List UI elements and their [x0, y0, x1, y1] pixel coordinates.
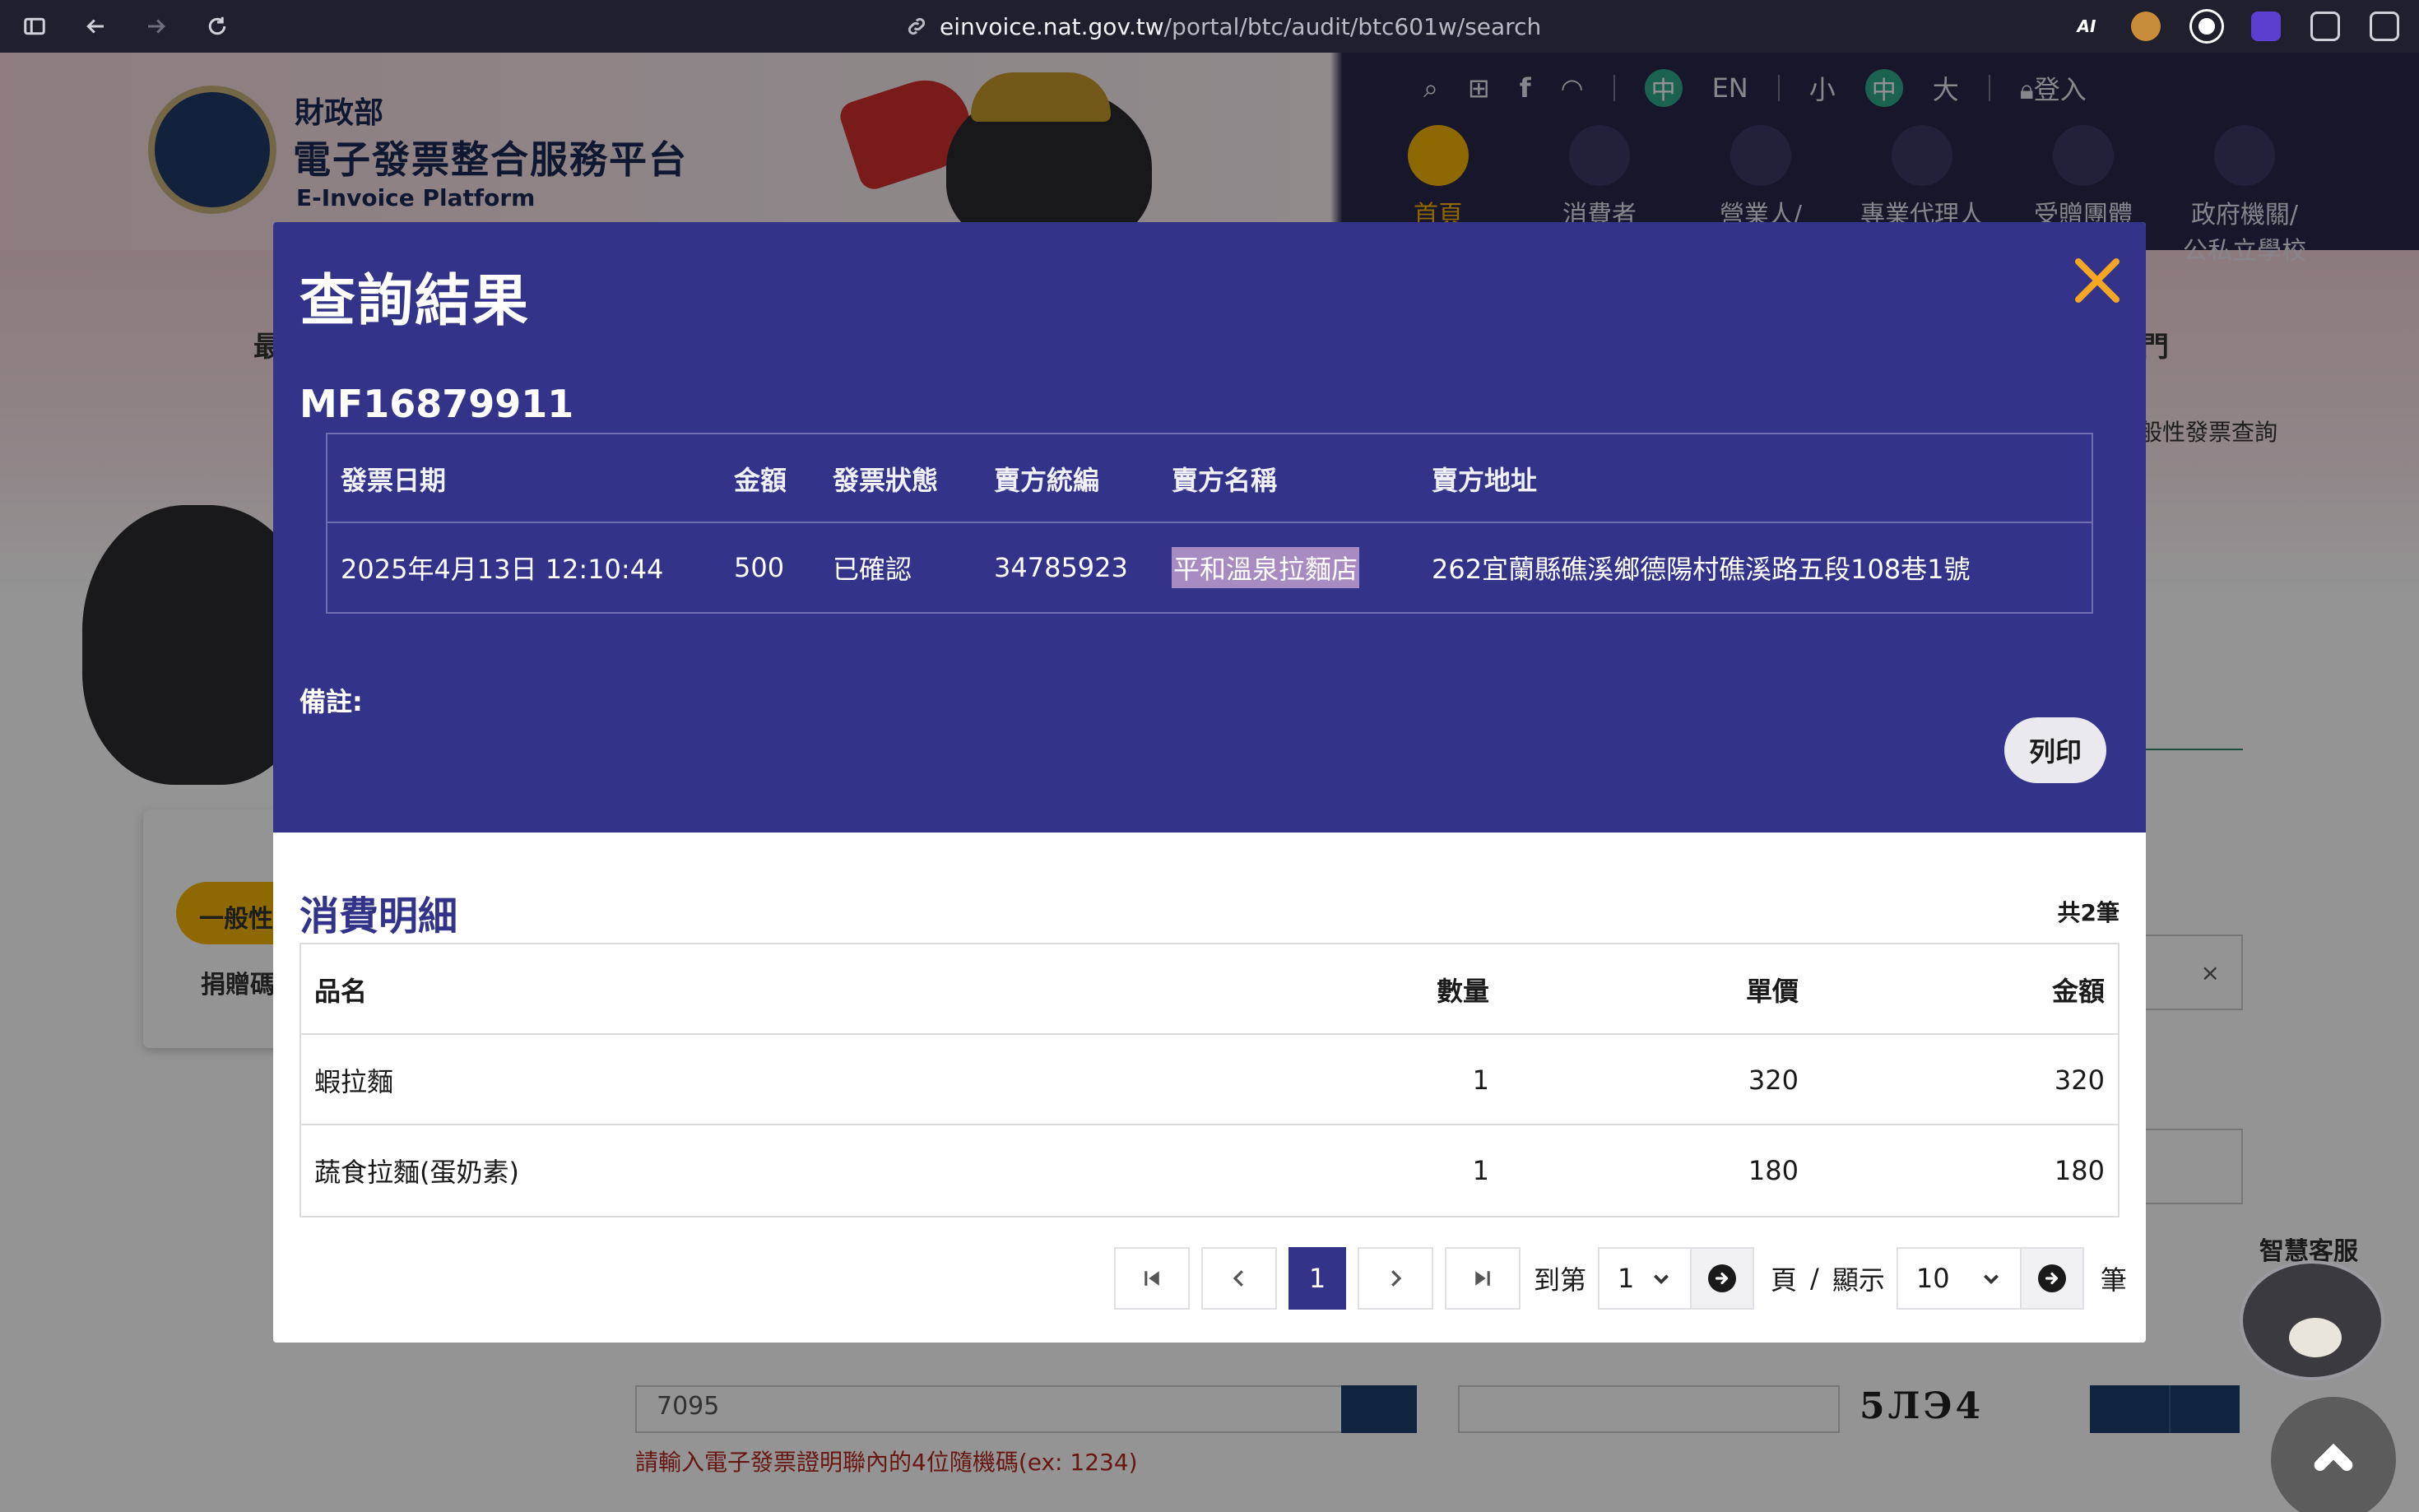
invoice-date: 2025年4月13日 12:10:44 — [341, 554, 664, 585]
detail-count: 共2筆 — [2057, 899, 2120, 926]
header-amount: 金額 — [734, 465, 787, 496]
table-header-row: 品名 數量 單價 金額 — [301, 944, 2118, 1035]
extension-icon-4[interactable] — [2251, 12, 2281, 41]
reload-icon[interactable] — [202, 12, 232, 41]
last-page-button[interactable] — [1445, 1247, 1521, 1310]
invoice-table: 發票日期 金額 發票狀態 賣方統編 賣方名稱 賣方地址 2025年4月13日 1… — [326, 433, 2093, 614]
close-button[interactable] — [2072, 255, 2123, 306]
header-unit-price: 單價 — [1745, 976, 1799, 1007]
table-header-row: 發票日期 金額 發票狀態 賣方統編 賣方名稱 賣方地址 — [327, 434, 2092, 523]
item-amount: 180 — [2054, 1155, 2105, 1186]
page-size-select[interactable]: 10 — [1896, 1247, 2022, 1310]
modal-header: 查詢結果 MF16879911 發票日期 金額 發票狀態 賣方統編 賣方名稱 賣… — [273, 222, 2146, 833]
item-unit-price: 180 — [1748, 1155, 1799, 1186]
item-unit-price: 320 — [1748, 1064, 1799, 1096]
address-bar[interactable]: einvoice.nat.gov.tw/portal/btc/audit/btc… — [905, 10, 1541, 43]
items-unit: 筆 — [2100, 1264, 2127, 1296]
sidebar-toggle-icon[interactable] — [20, 12, 49, 41]
link-icon — [908, 17, 926, 35]
first-page-button[interactable] — [1114, 1247, 1190, 1310]
apply-page-size-button[interactable] — [2021, 1247, 2084, 1310]
page-select-value: 1 — [1618, 1263, 1635, 1294]
table-row: 蔬食拉麵(蛋奶素) 1 180 180 — [301, 1125, 2118, 1216]
arrow-right-circle-icon — [1708, 1264, 1737, 1292]
seller-address: 262宜蘭縣礁溪鄉德陽村礁溪路五段108巷1號 — [1432, 554, 1971, 585]
detail-title: 消費明細 — [299, 893, 458, 939]
seller-name: 平和溫泉拉麵店 — [1172, 547, 1360, 588]
chevron-down-icon — [1654, 1274, 1669, 1285]
close-icon — [2075, 258, 2120, 303]
pagination: 1 到第 1 頁 / 顯示 10 筆 — [1114, 1247, 2138, 1310]
table-row: 2025年4月13日 12:10:44 500 已確認 34785923 平和溫… — [327, 523, 2092, 612]
item-name: 蔬食拉麵(蛋奶素) — [314, 1157, 519, 1188]
prev-page-button[interactable] — [1201, 1247, 1277, 1310]
cookie-extension-icon[interactable] — [2131, 12, 2161, 41]
query-result-modal: 查詢結果 MF16879911 發票日期 金額 發票狀態 賣方統編 賣方名稱 賣… — [273, 222, 2146, 1343]
print-button[interactable]: 列印 — [2004, 717, 2106, 783]
item-quantity: 1 — [1472, 1064, 1489, 1096]
header-status: 發票狀態 — [833, 465, 939, 496]
header-seller-name: 賣方名稱 — [1172, 465, 1278, 496]
split-view-icon[interactable] — [2370, 12, 2399, 41]
back-to-top-button[interactable] — [2271, 1397, 2396, 1512]
seller-id: 34785923 — [994, 552, 1128, 583]
last-page-icon — [1475, 1271, 1490, 1286]
forward-icon[interactable] — [142, 12, 171, 41]
invoice-status: 已確認 — [833, 554, 912, 585]
page-unit: 頁 — [1771, 1264, 1798, 1296]
remark-label: 備註: — [299, 686, 363, 717]
page-1-button[interactable]: 1 — [1288, 1247, 1346, 1310]
page-size-value: 10 — [1915, 1263, 1950, 1294]
browser-toolbar: einvoice.nat.gov.tw/portal/btc/audit/btc… — [0, 0, 2419, 53]
page-select[interactable]: 1 — [1598, 1247, 1692, 1310]
back-icon[interactable] — [81, 12, 110, 41]
header-quantity: 數量 — [1436, 976, 1489, 1007]
goto-page-button[interactable] — [1692, 1247, 1755, 1310]
first-page-icon — [1144, 1271, 1159, 1286]
detail-table: 品名 數量 單價 金額 蝦拉麵 1 320 320 蔬食拉麵(蛋奶素) 1 18… — [299, 943, 2120, 1217]
invoice-amount: 500 — [734, 552, 785, 583]
invoice-number: MF16879911 — [299, 382, 574, 426]
extension-icon-1[interactable]: AI — [2072, 12, 2101, 41]
modal-title: 查詢結果 — [299, 269, 531, 334]
url-host: einvoice.nat.gov.tw — [940, 12, 1164, 40]
seller-name-cell: 平和溫泉拉麵店 — [1172, 523, 1360, 612]
bear-avatar-icon — [2240, 1260, 2384, 1380]
extension-icon-5[interactable] — [2310, 12, 2340, 41]
table-row: 蝦拉麵 1 320 320 — [301, 1035, 2118, 1125]
header-invoice-date: 發票日期 — [341, 465, 447, 496]
smart-service-widget[interactable]: 智慧客服 — [2236, 1224, 2388, 1380]
item-amount: 320 — [2054, 1064, 2105, 1096]
show-label: 顯示 — [1832, 1264, 1885, 1296]
header-seller-address: 賣方地址 — [1432, 465, 1538, 496]
header-seller-id: 賣方統編 — [994, 465, 1100, 496]
header-amount: 金額 — [2051, 976, 2105, 1007]
chevron-up-icon — [2314, 1443, 2353, 1471]
arrow-right-circle-icon — [2037, 1264, 2066, 1292]
chevron-down-icon — [1983, 1274, 1999, 1285]
next-page-button[interactable] — [1358, 1247, 1433, 1310]
chevron-right-icon — [1391, 1270, 1402, 1287]
chevron-left-icon — [1233, 1270, 1243, 1287]
header-item-name: 品名 — [314, 976, 368, 1007]
goto-label: 到第 — [1534, 1264, 1587, 1296]
item-quantity: 1 — [1472, 1155, 1489, 1186]
extension-icon-3[interactable] — [2192, 12, 2222, 41]
item-name: 蝦拉麵 — [314, 1066, 394, 1097]
url-path: /portal/btc/audit/btc601w/search — [1163, 12, 1542, 40]
separator: / — [1810, 1263, 1819, 1294]
